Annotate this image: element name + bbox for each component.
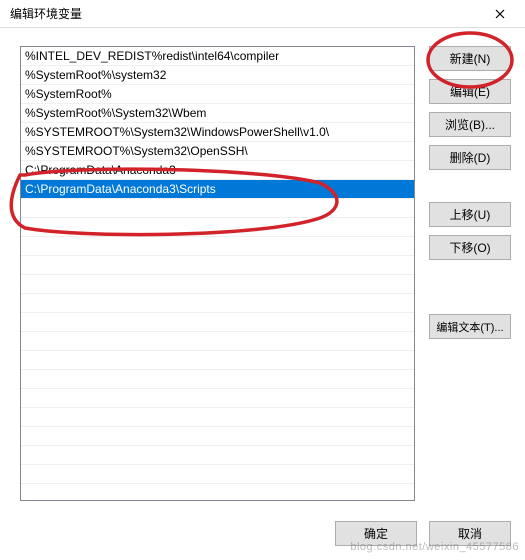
delete-button[interactable]: 删除(D)	[429, 145, 511, 170]
path-list[interactable]: %INTEL_DEV_REDIST%redist\intel64\compile…	[20, 46, 415, 501]
title-bar: 编辑环境变量	[0, 0, 525, 28]
path-list-item[interactable]: %SYSTEMROOT%\System32\WindowsPowerShell\…	[21, 123, 414, 142]
path-list-item[interactable]	[21, 294, 414, 313]
path-list-item[interactable]	[21, 389, 414, 408]
path-list-item[interactable]	[21, 237, 414, 256]
spacer	[429, 178, 511, 194]
path-list-item[interactable]	[21, 427, 414, 446]
path-list-item[interactable]	[21, 313, 414, 332]
browse-button[interactable]: 浏览(B)...	[429, 112, 511, 137]
path-list-item[interactable]	[21, 332, 414, 351]
path-list-item[interactable]: %SystemRoot%	[21, 85, 414, 104]
path-list-item[interactable]	[21, 199, 414, 218]
path-list-item[interactable]: %SystemRoot%\system32	[21, 66, 414, 85]
path-list-item[interactable]	[21, 484, 414, 503]
path-list-item[interactable]	[21, 218, 414, 237]
edit-button[interactable]: 编辑(E)	[429, 79, 511, 104]
dialog-content: %INTEL_DEV_REDIST%redist\intel64\compile…	[0, 28, 525, 511]
move-up-button[interactable]: 上移(U)	[429, 202, 511, 227]
path-list-item[interactable]	[21, 351, 414, 370]
move-down-button[interactable]: 下移(O)	[429, 235, 511, 260]
path-list-item[interactable]: %SYSTEMROOT%\System32\OpenSSH\	[21, 142, 414, 161]
watermark: blog.csdn.net/weixin_45577586	[350, 541, 519, 553]
path-list-item[interactable]	[21, 370, 414, 389]
close-icon	[495, 9, 505, 19]
edit-text-button[interactable]: 编辑文本(T)...	[429, 314, 511, 339]
path-list-item[interactable]	[21, 465, 414, 484]
path-list-item[interactable]	[21, 408, 414, 427]
path-list-item[interactable]: %SystemRoot%\System32\Wbem	[21, 104, 414, 123]
path-list-item[interactable]: C:\ProgramData\Anaconda3	[21, 161, 414, 180]
path-list-item[interactable]	[21, 446, 414, 465]
path-list-item[interactable]	[21, 256, 414, 275]
close-button[interactable]	[479, 1, 521, 27]
path-list-item[interactable]: %INTEL_DEV_REDIST%redist\intel64\compile…	[21, 47, 414, 66]
path-list-item[interactable]: C:\ProgramData\Anaconda3\Scripts	[21, 180, 414, 199]
spacer	[429, 268, 511, 306]
button-sidebar: 新建(N) 编辑(E) 浏览(B)... 删除(D) 上移(U) 下移(O) 编…	[429, 46, 511, 501]
new-button[interactable]: 新建(N)	[429, 46, 511, 71]
window-title: 编辑环境变量	[10, 5, 82, 22]
path-list-item[interactable]	[21, 275, 414, 294]
